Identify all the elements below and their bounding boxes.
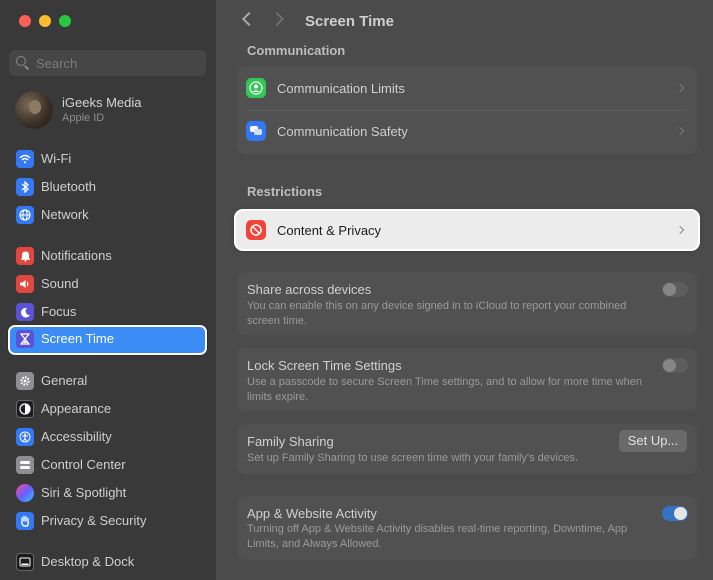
chevron-right-icon	[675, 126, 685, 136]
close-window-button[interactable]	[19, 15, 31, 27]
sidebar-item-focus[interactable]: Focus	[8, 298, 207, 326]
sidebar-item-label: Appearance	[41, 401, 112, 416]
sidebar-item-accessibility[interactable]: Accessibility	[8, 423, 207, 451]
chevron-right-icon	[675, 83, 685, 93]
lock-screen-time-desc: Use a passcode to secure Screen Time set…	[247, 376, 642, 403]
hand-icon	[16, 512, 34, 530]
search-placeholder: Search	[36, 56, 78, 71]
communication-limits-row[interactable]: Communication Limits	[237, 66, 697, 110]
accessibility-icon	[16, 428, 34, 446]
lock-screen-time-title: Lock Screen Time Settings	[247, 358, 402, 373]
family-sharing-card: Family Sharing Set up Family Sharing to …	[237, 424, 697, 474]
siri-icon	[16, 484, 34, 502]
search-input[interactable]: Search	[9, 50, 206, 76]
section-header-restrictions: Restrictions	[247, 184, 323, 199]
sidebar-item-label: Desktop & Dock	[41, 554, 135, 569]
back-chevron-icon[interactable]	[241, 11, 257, 27]
chevron-right-icon	[675, 225, 685, 235]
sidebar-item-siri-spotlight[interactable]: Siri & Spotlight	[8, 479, 207, 507]
sidebar-item-screen-time[interactable]: Screen Time	[8, 325, 207, 355]
control-center-icon	[16, 456, 34, 474]
sidebar-item-label: Wi-Fi	[41, 151, 72, 166]
account-name: iGeeks Media	[62, 95, 142, 110]
sidebar-item-label: Notifications	[41, 248, 112, 263]
sidebar-item-label: Sound	[41, 276, 79, 291]
sidebar-item-label: Privacy & Security	[41, 513, 147, 528]
row-label: Communication Safety	[277, 124, 408, 139]
communication-card: Communication Limits Communication Safet…	[237, 66, 697, 154]
share-across-devices-title: Share across devices	[247, 282, 372, 297]
sidebar-item-network[interactable]: Network	[8, 201, 207, 229]
bluetooth-icon	[16, 178, 34, 196]
set-up-button[interactable]: Set Up...	[619, 430, 687, 452]
app-website-activity-title: App & Website Activity	[247, 506, 377, 521]
globe-icon	[16, 206, 34, 224]
lock-screen-time-toggle[interactable]	[662, 358, 688, 373]
hourglass-icon	[16, 330, 34, 348]
share-across-devices-desc: You can enable this on any device signed…	[247, 300, 627, 327]
sidebar-item-control-center[interactable]: Control Center	[8, 451, 207, 479]
section-header-communication: Communication	[247, 43, 346, 58]
person-icon	[246, 78, 266, 98]
avatar	[15, 91, 53, 129]
sidebar-item-label: Bluetooth	[41, 179, 96, 194]
page-title: Screen Time	[305, 13, 394, 30]
communication-safety-row[interactable]: Communication Safety	[237, 110, 697, 154]
sidebar-item-general[interactable]: General	[8, 367, 207, 395]
sidebar-item-privacy-security[interactable]: Privacy & Security	[8, 507, 207, 535]
sidebar-item-label: Focus	[41, 304, 77, 319]
sidebar-item-label: General	[41, 373, 88, 388]
row-label: Communication Limits	[277, 81, 405, 96]
content-privacy-row[interactable]: Content & Privacy	[236, 211, 698, 249]
sidebar-item-label: Screen Time	[41, 331, 114, 346]
search-icon	[16, 56, 26, 66]
account-subtitle: Apple ID	[62, 112, 105, 124]
moon-icon	[16, 303, 34, 321]
sidebar-item-notifications[interactable]: Notifications	[8, 242, 207, 270]
appearance-icon	[16, 400, 34, 418]
app-website-activity-card: App & Website Activity Turning off App &…	[237, 496, 697, 560]
gear-icon	[16, 372, 34, 390]
app-website-activity-toggle[interactable]	[662, 506, 688, 521]
sidebar-item-bluetooth[interactable]: Bluetooth	[8, 173, 207, 201]
sidebar-item-label: Accessibility	[41, 429, 112, 444]
main-pane: Screen Time Communication Communication …	[215, 0, 713, 580]
sidebar-item-desktop-dock[interactable]: Desktop & Dock	[8, 548, 207, 576]
dock-icon	[16, 553, 34, 571]
sidebar: Search iGeeks Media Apple ID Wi-Fi Bluet…	[0, 0, 215, 580]
family-sharing-desc: Set up Family Sharing to use screen time…	[247, 452, 579, 464]
apple-id-account[interactable]: iGeeks Media Apple ID	[15, 90, 205, 130]
lock-screen-time-card: Lock Screen Time Settings Use a passcode…	[237, 348, 697, 411]
sidebar-item-label: Siri & Spotlight	[41, 485, 127, 500]
toolbar: Screen Time	[216, 0, 713, 44]
app-website-activity-desc: Turning off App & Website Activity disab…	[247, 523, 628, 550]
sidebar-item-label: Network	[41, 207, 89, 222]
forward-chevron-icon[interactable]	[269, 11, 285, 27]
sidebar-item-appearance[interactable]: Appearance	[8, 395, 207, 423]
row-label: Content & Privacy	[277, 223, 382, 238]
no-entry-icon	[246, 220, 266, 240]
speaker-icon	[16, 275, 34, 293]
share-across-devices-card: Share across devices You can enable this…	[237, 272, 697, 335]
chat-bubbles-icon	[246, 121, 266, 141]
sidebar-item-label: Control Center	[41, 457, 126, 472]
wifi-icon	[16, 150, 34, 168]
minimize-window-button[interactable]	[39, 15, 51, 27]
sidebar-item-wifi[interactable]: Wi-Fi	[8, 145, 207, 173]
bell-icon	[16, 247, 34, 265]
family-sharing-title: Family Sharing	[247, 434, 334, 449]
zoom-window-button[interactable]	[59, 15, 71, 27]
sidebar-item-sound[interactable]: Sound	[8, 270, 207, 298]
share-across-devices-toggle[interactable]	[662, 282, 688, 297]
